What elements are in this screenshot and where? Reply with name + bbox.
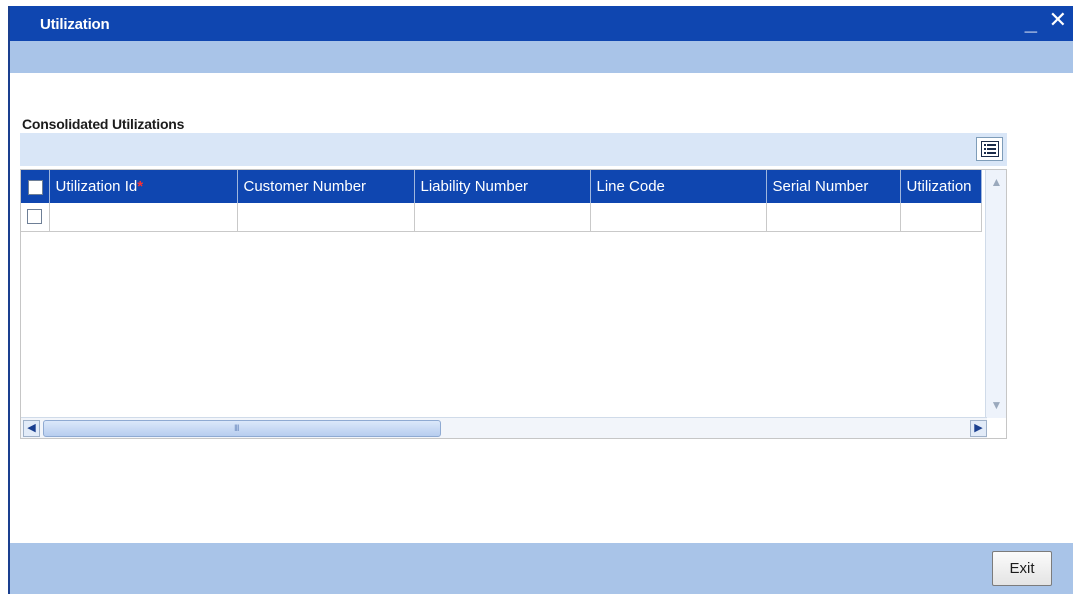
table-row [21,203,982,232]
utilization-window: Utilization _ ✕ Consolidated Utilization… [8,6,1073,594]
minimize-button[interactable]: _ [1025,12,1037,34]
utilizations-grid: Utilization Id* Customer Number Liabilit… [20,169,1007,439]
arrow-right-icon[interactable]: ▶ [970,420,987,437]
cell-customer-number[interactable] [237,203,415,232]
cell-liability-number[interactable] [414,203,591,232]
arrow-down-icon[interactable]: ▼ [988,397,1005,414]
close-button[interactable]: ✕ [1049,9,1067,31]
column-label: Line Code [596,178,665,195]
list-icon [981,141,999,157]
column-header-serial-number[interactable]: Serial Number [766,170,901,203]
select-all-cell [21,170,50,203]
table-header-row: Utilization Id* Customer Number Liabilit… [21,170,982,203]
column-label: Customer Number [243,178,367,195]
scrollbar-thumb[interactable]: III [43,420,441,437]
column-label: Utilization [906,178,972,195]
column-label: Liability Number [420,178,529,195]
select-all-checkbox[interactable] [28,179,43,195]
cell-line-code[interactable] [590,203,767,232]
row-select-cell [21,203,50,232]
header-strip [10,41,1073,73]
horizontal-scrollbar[interactable]: ◀ III ▶ [21,417,987,438]
column-label: Utilization Id [55,178,138,195]
cell-serial-number[interactable] [766,203,901,232]
vertical-scrollbar[interactable]: ▲ ▼ [985,170,1006,418]
footer-bar: Exit [10,543,1073,594]
column-header-utilization[interactable]: Utilization [900,170,982,203]
section-title: Consolidated Utilizations [22,116,185,132]
column-header-line-code[interactable]: Line Code [590,170,767,203]
column-header-liability-number[interactable]: Liability Number [414,170,591,203]
column-header-utilization-id[interactable]: Utilization Id* [49,170,238,203]
exit-button[interactable]: Exit [992,551,1052,586]
row-checkbox[interactable] [27,209,42,225]
grid-menu-button[interactable] [976,137,1003,161]
grid-toolbar [20,133,1007,166]
window-title: Utilization [40,16,110,33]
column-label: Serial Number [772,178,869,195]
arrow-up-icon[interactable]: ▲ [988,174,1005,191]
column-header-customer-number[interactable]: Customer Number [237,170,415,203]
required-marker: * [137,178,144,195]
cell-utilization-id[interactable] [49,203,238,232]
cell-utilization[interactable] [900,203,982,232]
scrollbar-grip: III [234,423,239,433]
utilizations-table: Utilization Id* Customer Number Liabilit… [21,170,982,232]
title-bar: Utilization _ ✕ [10,6,1073,41]
arrow-left-icon[interactable]: ◀ [23,420,40,437]
